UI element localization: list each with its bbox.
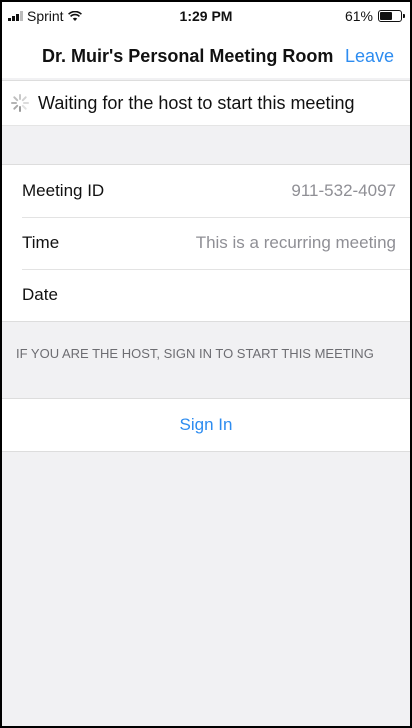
meeting-id-label: Meeting ID (22, 181, 105, 200)
nav-bar: Dr. Muir's Personal Meeting Room Leave (2, 28, 410, 78)
host-hint: IF YOU ARE THE HOST, SIGN IN TO START TH… (16, 346, 374, 361)
meeting-id-value: 911-532-4097 (291, 181, 396, 200)
battery-icon (378, 10, 405, 22)
meeting-screen: Sprint 1:29 PM 61% Dr. Muir's Personal M… (2, 2, 410, 726)
sign-in-row[interactable]: Sign In (2, 398, 410, 452)
waiting-message: Waiting for the host to start this meeti… (38, 93, 355, 113)
date-label: Date (22, 285, 58, 304)
status-bar: Sprint 1:29 PM 61% (2, 2, 410, 28)
sign-in-button[interactable]: Sign In (180, 415, 233, 435)
status-right: 61% (344, 8, 405, 24)
meeting-id-row: Meeting ID 911-532-4097 (22, 165, 410, 218)
time-value: This is a recurring meeting (195, 233, 396, 252)
page-title: Dr. Muir's Personal Meeting Room (42, 46, 334, 66)
battery-fill (380, 12, 392, 20)
waiting-banner: Waiting for the host to start this meeti… (2, 80, 410, 126)
spinner-icon (11, 94, 29, 112)
date-row: Date (22, 269, 410, 321)
time-label: Time (22, 233, 60, 252)
battery-percent: 61% (344, 8, 373, 24)
time-row: Time This is a recurring meeting (22, 217, 410, 270)
leave-button[interactable]: Leave (345, 46, 394, 67)
meeting-details: Meeting ID 911-532-4097 Time This is a r… (2, 164, 410, 322)
